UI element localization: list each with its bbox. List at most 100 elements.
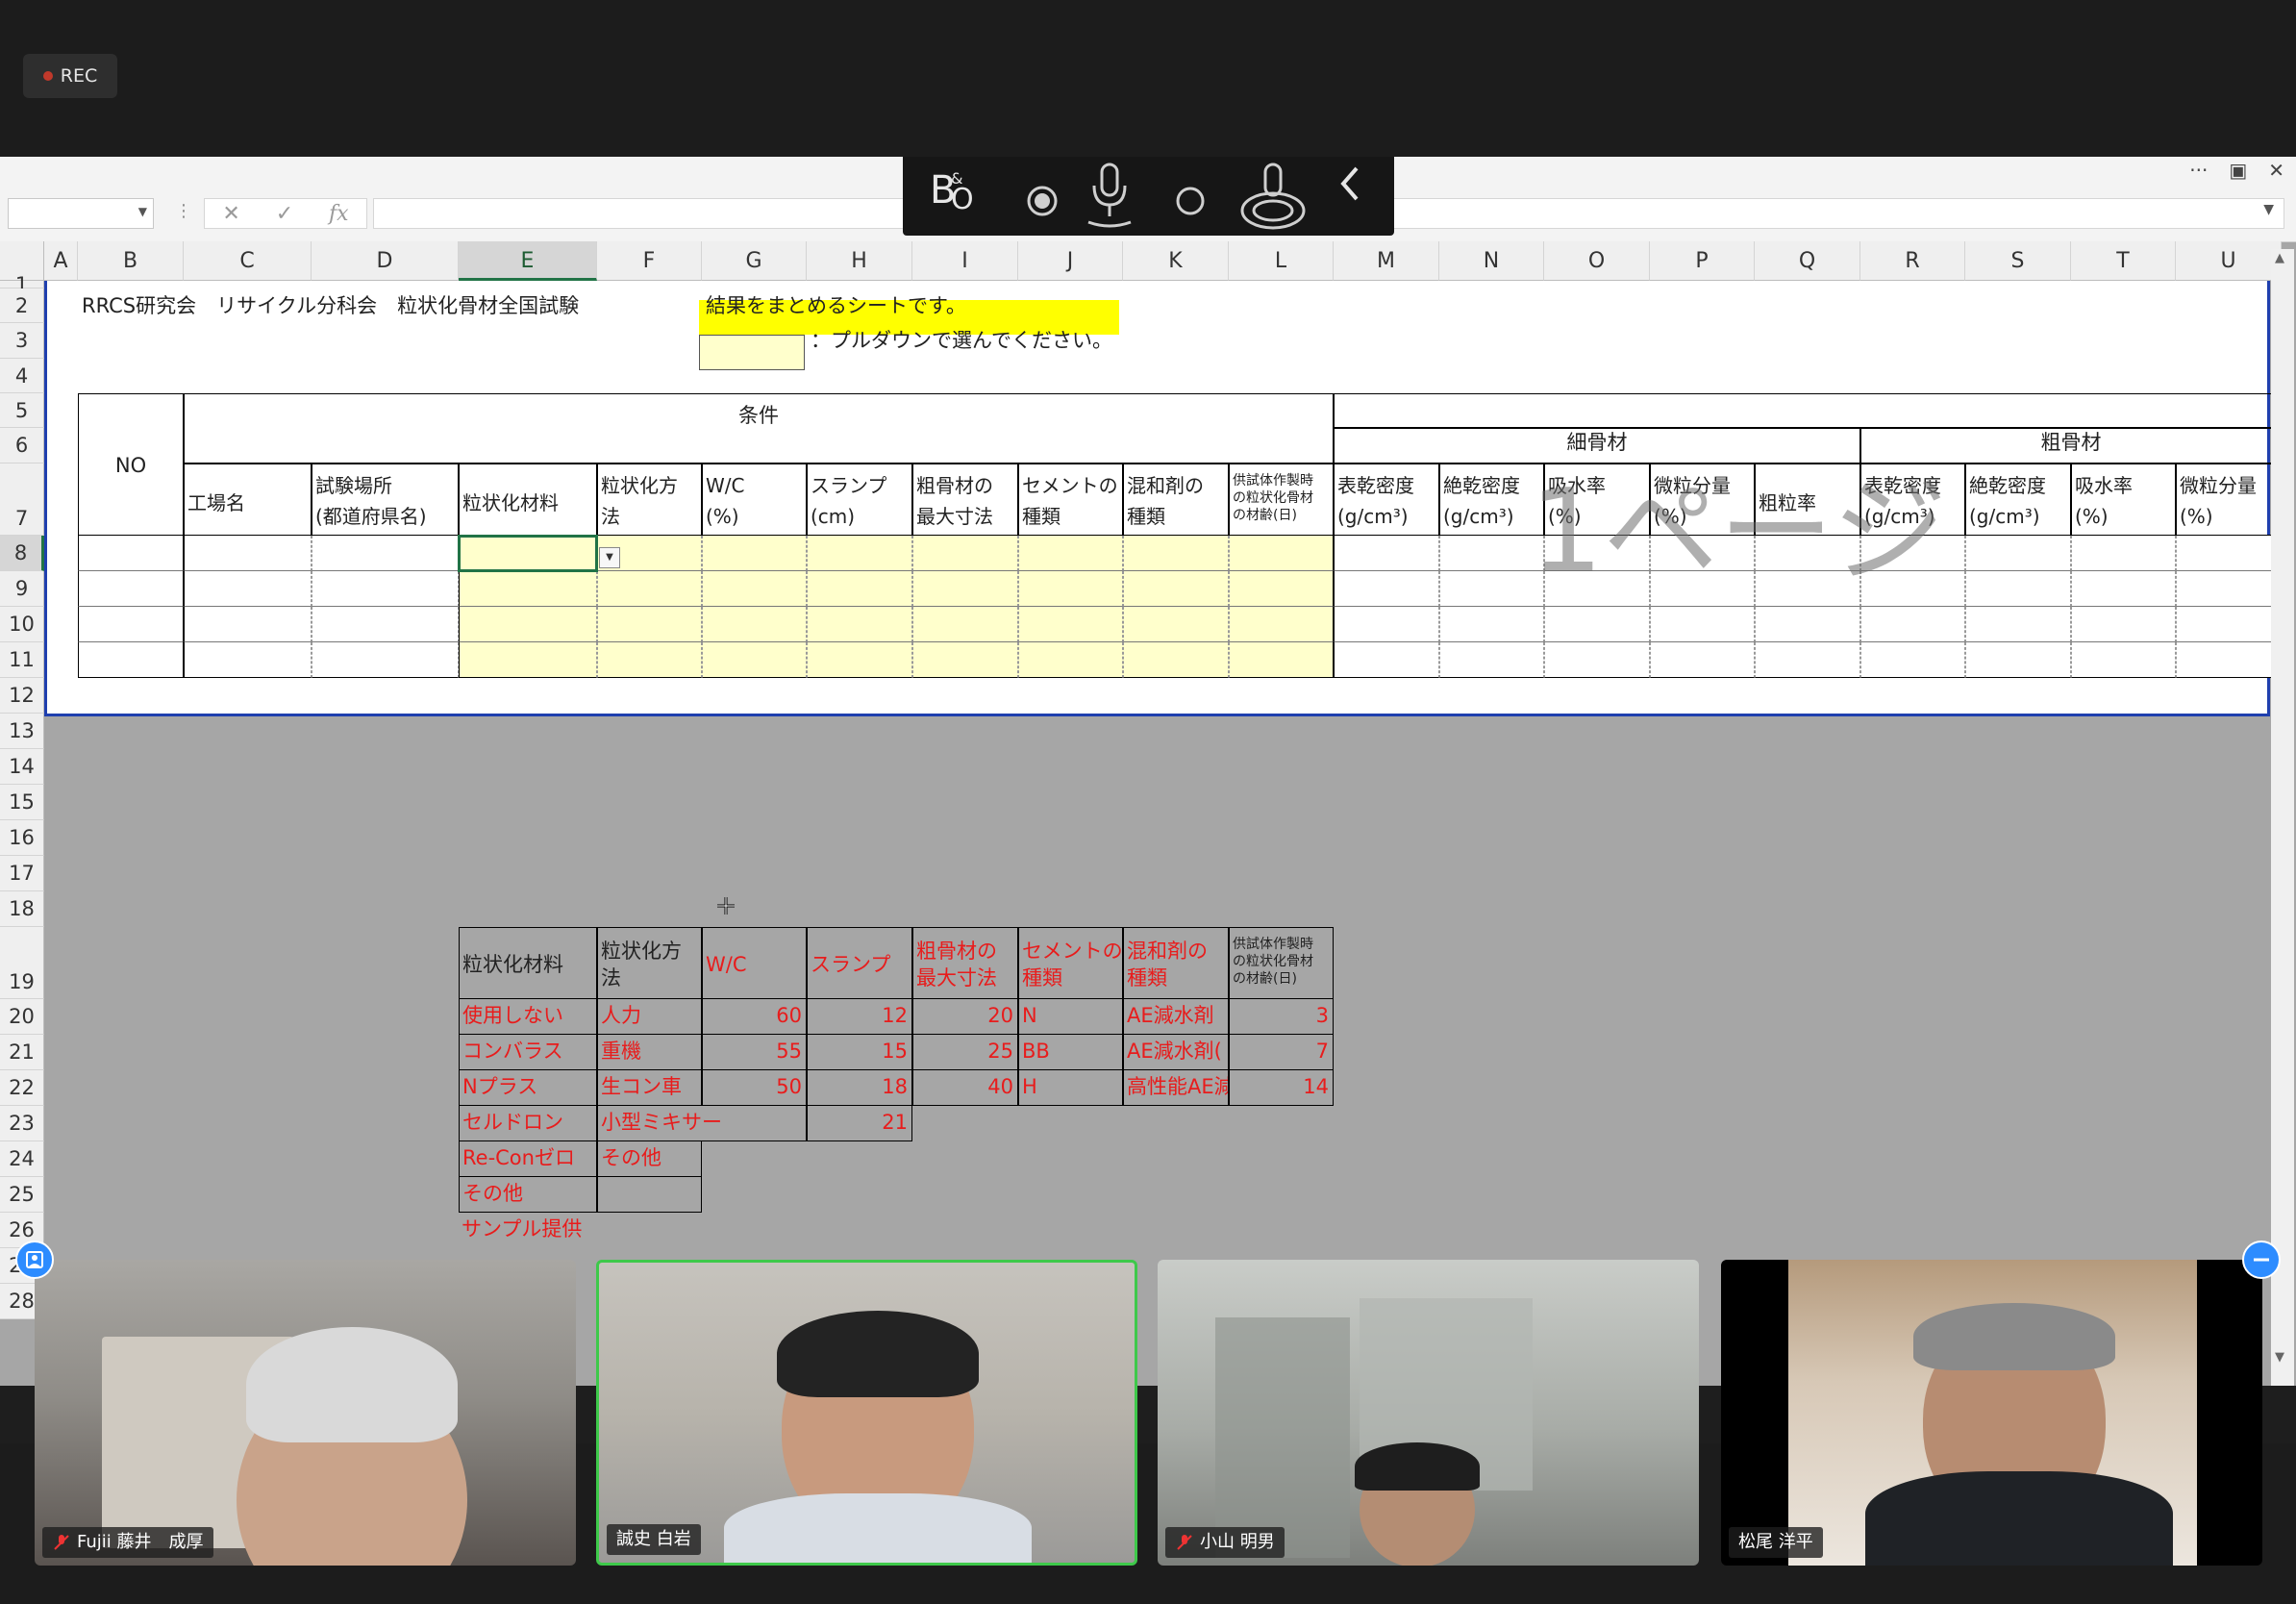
- video-tile-1[interactable]: Fujii 藤井 成厚: [35, 1260, 576, 1566]
- data-cell[interactable]: [1334, 536, 1439, 571]
- chevron-down-icon[interactable]: ▼: [138, 205, 147, 218]
- data-cell[interactable]: [459, 642, 597, 678]
- dropdown-arrow-icon[interactable]: ▼: [599, 547, 620, 568]
- video-tile-3[interactable]: 小山 明男: [1158, 1260, 1699, 1566]
- data-cell[interactable]: [702, 642, 807, 678]
- data-cell[interactable]: [78, 571, 184, 607]
- row-header[interactable]: 11: [0, 642, 44, 678]
- row-header[interactable]: 19: [0, 927, 44, 999]
- data-cell[interactable]: [312, 642, 459, 678]
- microphone-icon[interactable]: [1081, 161, 1138, 234]
- data-cell[interactable]: [1965, 642, 2071, 678]
- data-cell[interactable]: [312, 536, 459, 571]
- data-cell[interactable]: [78, 536, 184, 571]
- data-cell[interactable]: [1123, 607, 1229, 642]
- data-cell[interactable]: [1650, 607, 1755, 642]
- column-header[interactable]: N: [1439, 241, 1544, 281]
- data-cell[interactable]: [1544, 642, 1650, 678]
- column-header[interactable]: O: [1544, 241, 1650, 281]
- row-header[interactable]: 8: [0, 536, 44, 571]
- data-cell[interactable]: [1123, 536, 1229, 571]
- row-header[interactable]: 18: [0, 891, 44, 927]
- data-cell[interactable]: [312, 571, 459, 607]
- row-header[interactable]: 15: [0, 785, 44, 820]
- data-cell[interactable]: [1439, 642, 1544, 678]
- data-cell[interactable]: [912, 607, 1018, 642]
- chevron-left-icon[interactable]: [1335, 164, 1364, 203]
- scroll-down-icon[interactable]: ▼: [2275, 1350, 2284, 1365]
- function-icon[interactable]: fx: [329, 202, 349, 226]
- row-header[interactable]: 25: [0, 1177, 44, 1213]
- restore-icon[interactable]: ▣: [2229, 159, 2247, 182]
- data-cell[interactable]: [1334, 642, 1439, 678]
- pulldown-sample-cell[interactable]: [699, 335, 805, 370]
- data-cell[interactable]: [2176, 607, 2282, 642]
- microphone-waves-icon[interactable]: [1235, 161, 1311, 234]
- data-cell[interactable]: [459, 607, 597, 642]
- row-header[interactable]: 10: [0, 607, 44, 642]
- column-header[interactable]: F: [597, 241, 702, 281]
- column-header[interactable]: C: [184, 241, 312, 281]
- data-cell[interactable]: [597, 571, 702, 607]
- column-header[interactable]: M: [1334, 241, 1439, 281]
- data-cell[interactable]: [1018, 536, 1123, 571]
- column-header[interactable]: G: [702, 241, 807, 281]
- row-header[interactable]: 13: [0, 714, 44, 749]
- data-cell[interactable]: [1965, 607, 2071, 642]
- row-header[interactable]: 2: [0, 288, 44, 323]
- column-header[interactable]: L: [1229, 241, 1334, 281]
- data-cell[interactable]: [597, 607, 702, 642]
- row-header[interactable]: 1: [0, 275, 44, 295]
- row-header[interactable]: 5: [0, 393, 44, 428]
- minimize-icon[interactable]: [2242, 1241, 2281, 1279]
- row-header[interactable]: 23: [0, 1106, 44, 1141]
- data-cell[interactable]: [1229, 571, 1334, 607]
- data-cell[interactable]: [702, 607, 807, 642]
- column-header[interactable]: I: [912, 241, 1018, 281]
- data-cell[interactable]: [1229, 642, 1334, 678]
- column-header[interactable]: Q: [1755, 241, 1860, 281]
- column-header[interactable]: H: [807, 241, 912, 281]
- row-header[interactable]: 14: [0, 749, 44, 785]
- vertical-scrollbar[interactable]: ▲ ▼: [2271, 249, 2294, 1386]
- data-cell[interactable]: [807, 536, 912, 571]
- data-cell[interactable]: [1334, 571, 1439, 607]
- data-cell[interactable]: [1018, 571, 1123, 607]
- data-cell[interactable]: [1755, 607, 1860, 642]
- data-cell[interactable]: [1334, 607, 1439, 642]
- row-header[interactable]: 21: [0, 1035, 44, 1070]
- data-cell[interactable]: [1123, 642, 1229, 678]
- avatar-icon[interactable]: [15, 1241, 54, 1279]
- data-cell[interactable]: [807, 642, 912, 678]
- data-cell[interactable]: [2176, 571, 2282, 607]
- confirm-icon[interactable]: ✓: [276, 202, 293, 226]
- row-header[interactable]: 7: [0, 464, 44, 536]
- row-header[interactable]: 3: [0, 323, 44, 359]
- row-header[interactable]: 17: [0, 856, 44, 891]
- data-cell[interactable]: [1860, 607, 1965, 642]
- data-cell[interactable]: [2176, 536, 2282, 571]
- row-header[interactable]: 4: [0, 359, 44, 393]
- data-cell[interactable]: [1860, 642, 1965, 678]
- data-cell[interactable]: [184, 607, 312, 642]
- data-cell[interactable]: [184, 536, 312, 571]
- data-cell[interactable]: [1439, 607, 1544, 642]
- data-cell[interactable]: [1544, 607, 1650, 642]
- data-cell[interactable]: [184, 642, 312, 678]
- column-header[interactable]: E: [459, 241, 597, 281]
- row-header[interactable]: 16: [0, 820, 44, 856]
- data-cell[interactable]: [1650, 642, 1755, 678]
- row-header[interactable]: 12: [0, 678, 44, 714]
- data-cell[interactable]: [312, 607, 459, 642]
- data-cell[interactable]: [1755, 642, 1860, 678]
- data-cell[interactable]: [912, 571, 1018, 607]
- data-cell[interactable]: [78, 607, 184, 642]
- column-header[interactable]: S: [1965, 241, 2071, 281]
- data-cell[interactable]: [912, 536, 1018, 571]
- data-cell[interactable]: [1229, 607, 1334, 642]
- video-tile-2[interactable]: 誠史 白岩: [596, 1260, 1137, 1566]
- data-cell[interactable]: [1018, 607, 1123, 642]
- data-cell[interactable]: [184, 571, 312, 607]
- column-header[interactable]: J: [1018, 241, 1123, 281]
- cancel-icon[interactable]: ✕: [222, 202, 239, 226]
